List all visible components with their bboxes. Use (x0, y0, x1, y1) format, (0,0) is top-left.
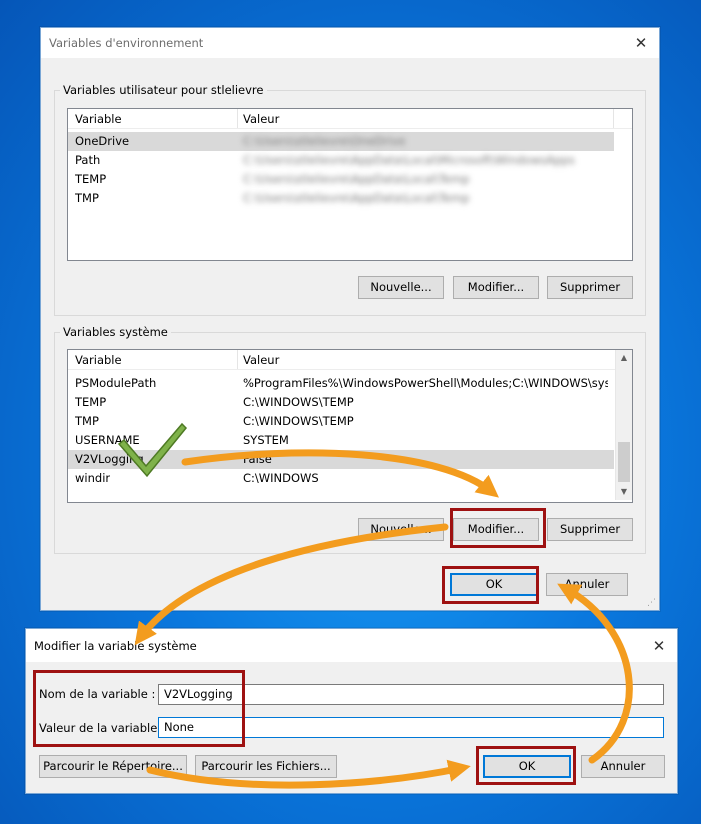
env-cancel-button[interactable]: Annuler (546, 573, 628, 596)
variable-name: USERNAME (75, 433, 140, 447)
list-item[interactable]: PSModulePath %ProgramFiles%\WindowsPower… (68, 374, 614, 393)
column-divider (613, 109, 614, 128)
list-item[interactable]: OneDrive C:\Users\stlelievre\OneDrive (68, 132, 614, 151)
list-item[interactable]: windir C:\WINDOWS (68, 469, 614, 488)
user-variables-list[interactable]: Variable Valeur OneDrive C:\Users\stleli… (67, 108, 633, 261)
system-variables-list[interactable]: Variable Valeur PSModulePath %ProgramFil… (67, 349, 633, 503)
variable-value: C:\Users\stlelievre\AppData\Local\Micros… (243, 153, 575, 167)
list-item[interactable]: USERNAME SYSTEM (68, 431, 614, 450)
close-icon[interactable]: ✕ (651, 638, 667, 654)
user-new-button[interactable]: Nouvelle... (358, 276, 444, 299)
dialog-title: Variables d'environnement (49, 36, 204, 50)
variable-value: False (243, 452, 272, 466)
variable-name: OneDrive (75, 134, 130, 148)
list-item[interactable]: TEMP C:\WINDOWS\TEMP (68, 393, 614, 412)
list-item[interactable]: Path C:\Users\stlelievre\AppData\Local\M… (68, 151, 614, 170)
system-variables-label: Variables système (60, 325, 171, 339)
list-header: Variable Valeur (68, 350, 632, 370)
user-delete-button[interactable]: Supprimer (547, 276, 633, 299)
column-value[interactable]: Valeur (243, 112, 279, 126)
variable-name: Path (75, 153, 101, 167)
edit-cancel-button[interactable]: Annuler (581, 755, 665, 778)
list-item[interactable]: TMP C:\Users\stlelievre\AppData\Local\Te… (68, 189, 614, 208)
list-item[interactable]: TMP C:\WINDOWS\TEMP (68, 412, 614, 431)
scroll-down-icon[interactable]: ▼ (616, 484, 632, 500)
dialog-title: Modifier la variable système (34, 639, 197, 653)
variable-name: TEMP (75, 395, 107, 409)
system-new-button[interactable]: Nouvelle... (358, 518, 444, 541)
title-bar: Modifier la variable système ✕ (26, 629, 677, 662)
highlight-box-fields (33, 670, 245, 747)
column-divider (237, 109, 238, 128)
list-item[interactable]: TEMP C:\Users\stlelievre\AppData\Local\T… (68, 170, 614, 189)
list-item[interactable]: V2VLogging False (68, 450, 614, 469)
variable-value: SYSTEM (243, 433, 289, 447)
system-delete-button[interactable]: Supprimer (547, 518, 633, 541)
variable-value: C:\Users\stlelievre\AppData\Local\Temp (243, 191, 470, 205)
column-divider (237, 350, 238, 369)
variable-value: %ProgramFiles%\WindowsPowerShell\Modules… (243, 376, 608, 390)
resize-grip-icon[interactable]: ⋰ (647, 598, 657, 608)
variable-value: C:\Users\stlelievre\AppData\Local\Temp (243, 172, 470, 186)
variable-value: C:\WINDOWS\TEMP (243, 414, 354, 428)
variable-name: TMP (75, 414, 99, 428)
variable-value: C:\Users\stlelievre\OneDrive (243, 134, 406, 148)
highlight-box-env-ok (442, 566, 539, 604)
env-variables-dialog: Variables d'environnement ✕ Variables ut… (40, 27, 660, 611)
column-value[interactable]: Valeur (243, 353, 279, 367)
list-header: Variable Valeur (68, 109, 632, 129)
title-bar: Variables d'environnement ✕ (41, 28, 659, 58)
variable-name: PSModulePath (75, 376, 157, 390)
scrollbar[interactable]: ▲ ▼ (615, 350, 632, 500)
variable-name: TEMP (75, 172, 107, 186)
variable-name: V2VLogging (75, 452, 144, 466)
user-variables-label: Variables utilisateur pour stlelievre (60, 83, 267, 97)
variable-name: TMP (75, 191, 99, 205)
variable-value: C:\WINDOWS\TEMP (243, 395, 354, 409)
variable-name: windir (75, 471, 111, 485)
highlight-box-edit-ok (476, 746, 576, 785)
column-variable[interactable]: Variable (75, 353, 122, 367)
highlight-box-system-edit (450, 508, 546, 548)
scroll-thumb[interactable] (618, 442, 630, 482)
user-edit-button[interactable]: Modifier... (453, 276, 539, 299)
column-variable[interactable]: Variable (75, 112, 122, 126)
variable-value: C:\WINDOWS (243, 471, 319, 485)
scroll-up-icon[interactable]: ▲ (616, 350, 632, 366)
browse-files-button[interactable]: Parcourir les Fichiers... (195, 755, 337, 778)
close-icon[interactable]: ✕ (633, 35, 649, 51)
browse-directory-button[interactable]: Parcourir le Répertoire... (39, 755, 187, 778)
